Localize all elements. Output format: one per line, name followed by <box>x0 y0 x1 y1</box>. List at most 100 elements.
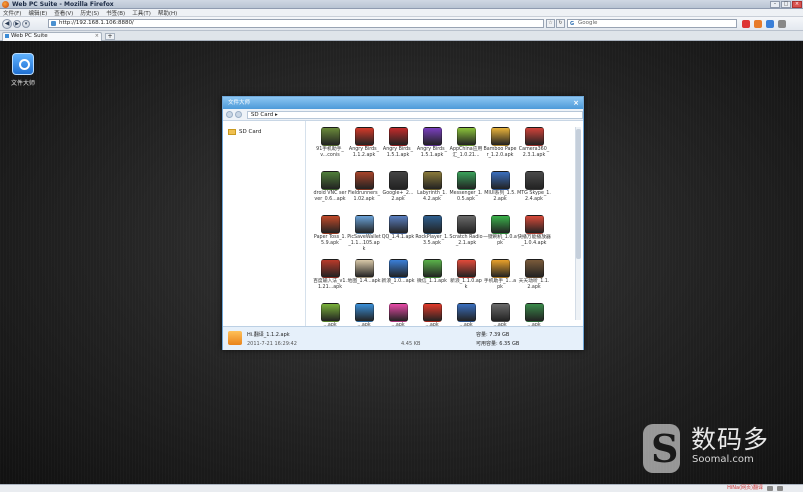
desktop-icon-file-manager[interactable]: 文件大师 <box>9 53 37 87</box>
history-dropdown-button[interactable]: ▾ <box>22 19 30 28</box>
file-item[interactable]: 微信_1.1.apk <box>415 259 449 303</box>
tab-web-pc-suite[interactable]: Web PC Suite × <box>2 32 102 41</box>
file-item[interactable]: MTG Skype_1.2.4.apk <box>517 171 551 215</box>
file-item[interactable]: 天天动听_1.1.2.apk <box>517 259 551 303</box>
file-item[interactable]: PicSaveWallet_1.1...105.apk <box>347 215 381 259</box>
apk-icon <box>456 127 476 146</box>
file-item[interactable]: 新浪_1.0...apk <box>381 259 415 303</box>
search-engine-icon: G <box>570 21 575 27</box>
file-manager-titlebar[interactable]: 文件大师 × <box>223 97 583 109</box>
file-item[interactable]: RockPlayer_1.3.5.apk <box>415 215 449 259</box>
menu-bookmarks[interactable]: 书签(B) <box>106 9 125 17</box>
file-item[interactable]: ...apk <box>347 303 381 326</box>
file-name: Angry Birds_1.1.2.apk <box>348 147 380 158</box>
menu-tools[interactable]: 工具(T) <box>132 9 151 17</box>
minimize-button[interactable]: – <box>770 0 780 8</box>
file-item[interactable]: ...apk <box>313 303 347 326</box>
file-item[interactable]: ...apk <box>517 303 551 326</box>
apk-icon <box>320 215 340 234</box>
file-name: Labyrinth_1.4.2.apk <box>417 191 447 202</box>
url-input[interactable]: http://192.168.1.106:8880/ <box>48 19 544 28</box>
navigation-toolbar: ◀ ▶ ▾ http://192.168.1.106:8880/ ☆ ↻ G G… <box>0 17 803 31</box>
back-icon[interactable] <box>226 111 233 118</box>
file-item[interactable]: ...apk <box>449 303 483 326</box>
watermark: 数码多 Soomal.com <box>643 380 803 480</box>
apk-icon <box>422 127 442 146</box>
file-manager-icon <box>12 53 34 75</box>
close-window-button[interactable]: × <box>792 0 802 8</box>
apk-icon <box>524 171 544 190</box>
file-status-bar: Hi.翻译_1.1.2.apk 2011-7-21 16:29:42 4.45 … <box>223 326 583 350</box>
new-tab-button[interactable]: + <box>105 33 115 40</box>
file-item[interactable]: Google+_2...2.apk <box>381 171 415 215</box>
folder-tree: SD Card <box>223 121 306 326</box>
file-grid-scrollbar[interactable] <box>575 127 581 320</box>
translate-icon[interactable] <box>754 20 762 28</box>
menu-view[interactable]: 查看(V) <box>54 9 73 17</box>
site-favicon <box>51 21 56 26</box>
scrollbar-thumb[interactable] <box>576 129 581 259</box>
menu-icon[interactable] <box>778 20 786 28</box>
file-item[interactable]: ...apk <box>381 303 415 326</box>
forward-icon[interactable] <box>234 111 242 118</box>
menu-edit[interactable]: 编辑(E) <box>28 9 47 17</box>
apk-icon <box>320 127 340 146</box>
back-button[interactable]: ◀ <box>2 18 12 29</box>
apk-icon <box>524 215 544 234</box>
file-item[interactable]: Paper Toss_1.5.9.apk <box>313 215 347 259</box>
forward-button[interactable]: ▶ <box>13 19 21 28</box>
file-item[interactable]: Camera360_2.3.1.apk <box>517 127 551 171</box>
file-name: 地图_1.4...apk <box>347 279 381 284</box>
storage-total: 容量: 7.39 GB <box>476 332 510 338</box>
file-item[interactable]: Messenger_1.0.5.apk <box>449 171 483 215</box>
file-item[interactable]: Bamboo Paper_1.2.0.apk <box>483 127 517 171</box>
file-item[interactable]: 快播万能播放器_1.0.4.apk <box>517 215 551 259</box>
file-item[interactable]: 91手机助手_v...conis <box>313 127 347 171</box>
file-name: Fieldrunners_1.02.apk <box>348 191 380 202</box>
file-item[interactable]: Angry Birds_1.5.1.apk <box>381 127 415 171</box>
file-item[interactable]: 地图_1.4...apk <box>347 259 381 303</box>
apk-icon <box>422 259 442 278</box>
breadcrumb[interactable]: SD Card ▸ <box>246 110 583 119</box>
file-item[interactable]: QQ_1.4.1.apk <box>381 215 415 259</box>
bookmark-star-icon[interactable]: ☆ <box>546 19 555 28</box>
status-addon-icon[interactable] <box>767 486 773 491</box>
file-item[interactable]: Angry Birds_1.1.2.apk <box>347 127 381 171</box>
file-item[interactable]: Angry Birds_1.5.1.apk <box>415 127 449 171</box>
status-network-icon[interactable] <box>777 486 783 491</box>
file-item[interactable]: Fieldrunners_1.02.apk <box>347 171 381 215</box>
menu-file[interactable]: 文件(F) <box>3 9 21 17</box>
file-name: Camera360_2.3.1.apk <box>518 147 550 158</box>
file-item[interactable]: 手机助手_1...apk <box>483 259 517 303</box>
apk-icon <box>320 303 340 322</box>
storage-available: 可用容量: 6.35 GB <box>476 341 520 347</box>
file-item[interactable]: Labyrinth_1.4.2.apk <box>415 171 449 215</box>
file-item[interactable]: AppChina应用汇_1.0.21... <box>449 127 483 171</box>
file-item[interactable]: droid VNC server_0.6...apk <box>313 171 347 215</box>
file-item[interactable]: Scratch Radio_2.1.apk <box>449 215 483 259</box>
reload-icon[interactable]: ↻ <box>556 19 565 28</box>
maximize-button[interactable]: □ <box>781 0 791 8</box>
apk-icon <box>456 171 476 190</box>
search-input[interactable]: G Google <box>567 19 737 28</box>
desktop-icon-label: 文件大师 <box>10 80 35 87</box>
apk-icon <box>388 303 408 322</box>
close-icon[interactable]: × <box>573 97 579 109</box>
file-item[interactable]: ...apk <box>483 303 517 326</box>
tree-item-sd-card[interactable]: SD Card <box>228 129 261 135</box>
file-manager-body: SD Card 91手机助手_v...conis Angry Birds_1.1.… <box>223 121 583 326</box>
file-item[interactable]: 一键刷机_1.0.apk <box>483 215 517 259</box>
menu-help[interactable]: 帮助(H) <box>158 9 177 17</box>
addon-icon[interactable] <box>742 20 750 28</box>
menu-history[interactable]: 历史(S) <box>80 9 99 17</box>
weather-icon[interactable] <box>766 20 774 28</box>
file-item[interactable]: ...apk <box>415 303 449 326</box>
file-item[interactable]: MIUI系列_1.5.2.apk <box>483 171 517 215</box>
file-item[interactable]: 新浪_1.1.0.apk <box>449 259 483 303</box>
window-controls: – □ × <box>770 0 803 8</box>
file-grid: 91手机助手_v...conis Angry Birds_1.1.2.apk Ang… <box>311 127 569 326</box>
file-item[interactable]: 百度输入法_v1.1.21...apk <box>313 259 347 303</box>
file-name: QQ_1.4.1.apk <box>381 235 415 240</box>
tab-close-icon[interactable]: × <box>95 33 99 40</box>
status-text[interactable]: HiNa(网页)翻译 <box>727 485 763 492</box>
